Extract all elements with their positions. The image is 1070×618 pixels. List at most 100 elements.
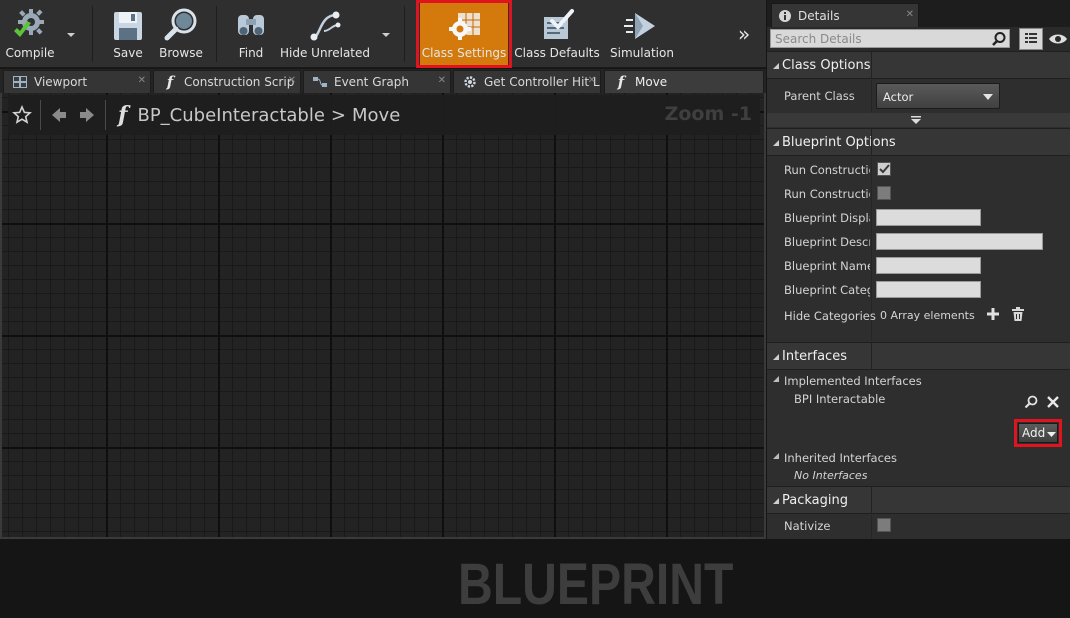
toolbar-divider (404, 6, 405, 62)
details-search-row (767, 27, 1070, 51)
tab-label: Move (635, 75, 668, 89)
toolbar-divider (92, 6, 93, 62)
event-graph-icon (312, 74, 328, 90)
implemented-interface-item: BPI Interactable (794, 392, 886, 406)
column-divider (871, 343, 872, 370)
implemented-interfaces-label: Implemented Interfaces (784, 374, 922, 388)
interfaces-section-header[interactable]: Interfaces (767, 342, 1070, 370)
collapse-triangle-icon (773, 354, 779, 360)
parent-class-dropdown[interactable]: Actor (876, 83, 1000, 109)
find-button[interactable]: Find (228, 0, 274, 66)
nativize-label: Nativize (784, 519, 831, 533)
search-details-input[interactable] (770, 29, 1010, 48)
node-graph-icon (306, 7, 344, 45)
column-divider (871, 52, 872, 79)
forward-button[interactable] (73, 95, 101, 135)
class-options-section-header[interactable]: Class Options (767, 51, 1070, 79)
hide-unrelated-button[interactable]: Hide Unrelated (280, 0, 371, 66)
run-construction-label: Run Construction (784, 187, 870, 201)
advanced-expander[interactable] (767, 113, 1070, 127)
hide-categories-label: Hide Categories (784, 309, 876, 323)
inherited-interfaces-value: No Interfaces (794, 469, 868, 482)
close-icon[interactable]: ✕ (588, 75, 596, 86)
hide-unrelated-label: Hide Unrelated (280, 46, 371, 60)
add-element-plus-icon[interactable] (987, 308, 999, 320)
arrow-left-icon (52, 108, 66, 122)
breadcrumb-function[interactable]: Move (352, 105, 400, 126)
save-button[interactable]: Save (104, 0, 152, 66)
blueprint-description-field[interactable] (876, 233, 1043, 250)
breadcrumb-blueprint[interactable]: BP_CubeInteractable (137, 105, 324, 126)
add-interface-button[interactable]: Add (1018, 423, 1058, 443)
run-construction-checkbox[interactable] (877, 162, 891, 176)
checkmark-icon (878, 164, 890, 174)
view-options-button[interactable] (1047, 30, 1069, 48)
tab-label: Viewport (34, 75, 88, 89)
tab-get-controller-hit[interactable]: Get Controller Hit L ✕ (453, 70, 601, 93)
column-divider (871, 80, 872, 113)
save-label: Save (113, 46, 143, 60)
info-icon (779, 9, 791, 22)
function-icon: f (118, 102, 128, 128)
star-icon (12, 105, 32, 124)
compile-gear-check-icon (11, 7, 49, 45)
nav-divider (105, 100, 106, 130)
class-defaults-button[interactable]: Class Defaults (514, 0, 600, 66)
blueprint-display-label: Blueprint Display (784, 211, 870, 225)
simulation-play-icon (623, 7, 661, 45)
close-icon[interactable]: ✕ (906, 9, 914, 20)
hide-unrelated-dropdown[interactable] (381, 28, 391, 37)
packaging-section-header[interactable]: Packaging (767, 486, 1070, 514)
blueprint-category-label: Blueprint Categor (784, 283, 870, 297)
section-title: Class Options (782, 58, 871, 73)
class-settings-highlight (416, 0, 512, 68)
class-defaults-label: Class Defaults (514, 46, 600, 60)
find-label: Find (238, 46, 264, 60)
collapse-triangle-icon[interactable] (773, 376, 780, 383)
browse-button[interactable]: Browse (156, 0, 206, 66)
blueprint-options-section-header[interactable]: Blueprint Options (767, 128, 1070, 156)
back-button[interactable] (45, 95, 73, 135)
graph-navigation-bar: f BP_CubeInteractable > Move Zoom -1 (8, 95, 760, 135)
chevron-down-icon (67, 33, 75, 37)
details-tab-label: Details (798, 8, 840, 23)
close-icon[interactable]: ✕ (288, 75, 296, 86)
property-matrix-button[interactable] (1019, 28, 1043, 50)
blueprint-namespace-field[interactable] (876, 257, 981, 274)
toolbar-divider (216, 6, 217, 62)
blueprint-display-name-field[interactable] (876, 209, 981, 226)
favorite-star-button[interactable] (8, 95, 36, 135)
compile-button[interactable]: Compile (0, 0, 60, 66)
chevron-down-icon (1047, 432, 1056, 437)
tab-construction-script[interactable]: f Construction Scrip ✕ (153, 70, 301, 93)
tab-viewport[interactable]: Viewport ✕ (3, 70, 151, 93)
trash-icon[interactable] (1012, 307, 1024, 321)
compile-options-dropdown[interactable] (66, 28, 76, 37)
simulation-button[interactable]: Simulation (608, 0, 676, 66)
tab-event-graph[interactable]: Event Graph ✕ (303, 70, 451, 93)
section-title: Blueprint Options (782, 135, 896, 150)
simulation-label: Simulation (610, 46, 674, 60)
tab-move[interactable]: f Move (604, 70, 764, 93)
remove-x-icon[interactable] (1047, 396, 1059, 408)
collapse-triangle-icon[interactable] (773, 453, 780, 460)
close-icon[interactable]: ✕ (138, 75, 146, 86)
chevron-down-icon (382, 33, 390, 37)
toolbar-overflow-button[interactable]: » (738, 22, 750, 46)
chevron-down-icon (983, 94, 993, 100)
nativize-checkbox[interactable] (877, 518, 891, 532)
checklist-icon (538, 7, 576, 45)
blueprint-category-field[interactable] (876, 281, 981, 298)
details-tab[interactable]: Details ✕ (771, 3, 919, 27)
column-divider (871, 487, 872, 514)
blueprint-graph-canvas[interactable]: f BP_CubeInteractable > Move Zoom -1 BLU… (0, 93, 766, 617)
function-icon: f (617, 73, 625, 91)
document-tabs: Viewport ✕ f Construction Scrip ✕ Event … (0, 69, 766, 93)
column-divider (871, 129, 872, 156)
run-construction-checkbox[interactable] (877, 186, 891, 200)
blueprint-watermark: BLUEPRINT (458, 552, 734, 617)
details-tab-bar: Details ✕ (767, 0, 1070, 27)
details-panel: Details ✕ Class Options Parent Class Act… (766, 0, 1070, 539)
browse-asset-icon[interactable] (1024, 395, 1038, 409)
close-icon[interactable]: ✕ (438, 75, 446, 86)
